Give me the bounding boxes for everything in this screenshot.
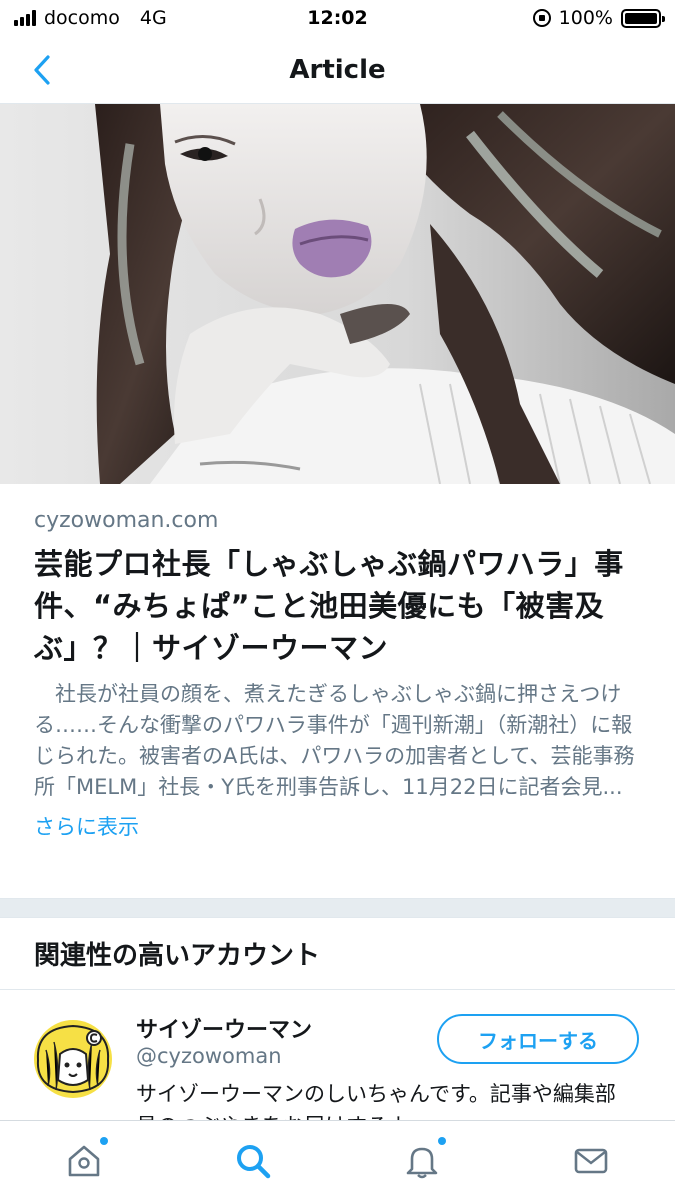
show-more-link[interactable]: さらに表示 bbox=[34, 811, 139, 841]
article-screen: docomo 4G 12:02 100% Article cyzowoman.c… bbox=[0, 0, 675, 1200]
status-bar: docomo 4G 12:02 100% bbox=[0, 0, 675, 36]
status-left: docomo 4G bbox=[14, 7, 167, 29]
network-label: 4G bbox=[139, 7, 167, 29]
signal-icon bbox=[14, 10, 36, 26]
tab-home[interactable] bbox=[44, 1131, 124, 1191]
article-description-text: 社長が社員の顔を、煮えたぎるしゃぶしゃぶ鍋に押さえつける……そんな衝撃のパワハラ… bbox=[34, 682, 635, 799]
follow-button[interactable]: フォローする bbox=[437, 1014, 639, 1064]
article-description: 社長が社員の顔を、煮えたぎるしゃぶしゃぶ鍋に押さえつける……そんな衝撃のパワハラ… bbox=[34, 679, 641, 803]
search-icon bbox=[237, 1144, 271, 1178]
battery-percent: 100% bbox=[558, 7, 613, 29]
home-icon bbox=[69, 1145, 100, 1176]
avatar[interactable] bbox=[34, 1020, 112, 1098]
messages-icon bbox=[574, 1148, 607, 1173]
related-accounts-header: 関連性の高いアカウント bbox=[0, 918, 675, 990]
tab-bar bbox=[0, 1120, 675, 1200]
home-notification-dot bbox=[100, 1136, 109, 1145]
cyzowoman-avatar-icon bbox=[34, 1020, 112, 1098]
status-right: 100% bbox=[532, 7, 665, 29]
page-title: Article bbox=[289, 54, 386, 85]
battery-icon bbox=[621, 8, 665, 28]
nav-bar: Article bbox=[0, 36, 675, 104]
tab-messages[interactable] bbox=[551, 1131, 631, 1191]
tab-search[interactable] bbox=[213, 1131, 293, 1191]
battery-fill bbox=[625, 12, 657, 24]
back-button[interactable] bbox=[22, 50, 62, 90]
related-account-row[interactable]: サイゾーウーマン @cyzowoman サイゾーウーマンのしいちゃんです。記事や… bbox=[0, 990, 675, 1138]
article-headline[interactable]: 芸能プロ社長「しゃぶしゃぶ鍋パワハラ」事件、“みちょぱ”こと池田美優にも「被害及… bbox=[34, 543, 641, 669]
notifications-icon bbox=[406, 1147, 438, 1178]
carrier-label: docomo bbox=[44, 7, 120, 29]
chevron-left-icon bbox=[34, 55, 50, 85]
article-card[interactable]: cyzowoman.com 芸能プロ社長「しゃぶしゃぶ鍋パワハラ」事件、“みちょ… bbox=[0, 484, 675, 898]
article-domain: cyzowoman.com bbox=[34, 508, 219, 533]
account-name[interactable]: サイゾーウーマン bbox=[136, 1012, 312, 1044]
tab-notifications[interactable] bbox=[382, 1131, 462, 1191]
section-divider bbox=[0, 898, 675, 918]
article-image[interactable] bbox=[0, 104, 675, 484]
notifications-dot bbox=[437, 1136, 446, 1145]
account-handle: @cyzowoman bbox=[136, 1044, 282, 1068]
rotation-lock-icon bbox=[532, 9, 551, 27]
article-photo bbox=[0, 104, 675, 484]
